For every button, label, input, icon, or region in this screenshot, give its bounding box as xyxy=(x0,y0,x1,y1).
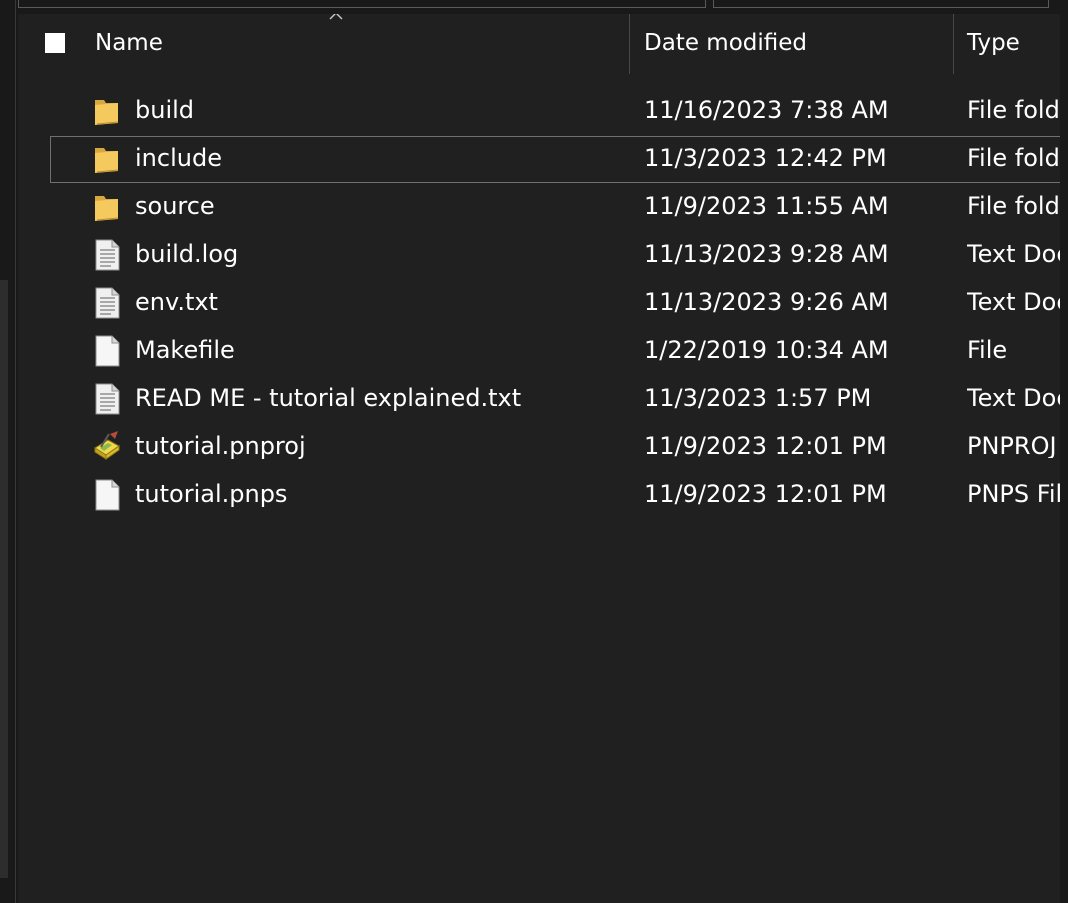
file-name: READ ME - tutorial explained.txt xyxy=(135,384,522,412)
file-row[interactable]: build.log 11/13/2023 9:28 AM Text Document xyxy=(18,232,1060,280)
chevron-up-icon[interactable] xyxy=(329,14,343,21)
navigation-pane-divider[interactable] xyxy=(15,0,16,903)
column-header-row: Name Date modified Type xyxy=(18,14,1060,76)
file-row[interactable]: source 11/9/2023 11:55 AM File folder xyxy=(18,184,1060,232)
folder-icon xyxy=(95,148,119,173)
file-list: build 11/16/2023 7:38 AM File folder inclu… xyxy=(18,88,1060,520)
file-type: Text Document xyxy=(967,290,1060,314)
file-list-pane: Name Date modified Type build 11/16/2023 … xyxy=(18,14,1060,903)
file-date-modified: 1/22/2019 10:34 AM xyxy=(644,336,889,364)
file-explorer-window: Name Date modified Type build 11/16/2023 … xyxy=(0,0,1068,903)
file-date-modified: 11/9/2023 11:55 AM xyxy=(644,192,889,220)
file-type: File folder xyxy=(967,98,1060,122)
file-type: PNPS File xyxy=(967,482,1060,506)
file-type: File xyxy=(967,338,1008,362)
file-type: PNPROJ File xyxy=(967,434,1060,458)
file-row[interactable]: tutorial.pnps 11/9/2023 12:01 PM PNPS File xyxy=(18,472,1060,520)
file-row[interactable]: tutorial.pnproj 11/9/2023 12:01 PM PNPROJ … xyxy=(18,424,1060,472)
file-type: File folder xyxy=(967,194,1060,218)
text-document-icon xyxy=(95,287,120,319)
file-row[interactable]: env.txt 11/13/2023 9:26 AM Text Document xyxy=(18,280,1060,328)
folder-icon xyxy=(95,196,119,221)
file-name: tutorial.pnps xyxy=(135,480,288,508)
file-name: Makefile xyxy=(135,336,235,364)
select-all-checkbox[interactable] xyxy=(45,33,65,53)
blank-file-icon xyxy=(95,335,120,367)
text-document-icon xyxy=(95,239,120,271)
file-name: build.log xyxy=(135,240,239,268)
file-row[interactable]: build 11/16/2023 7:38 AM File folder xyxy=(18,88,1060,136)
column-header-type[interactable]: Type xyxy=(967,30,1020,56)
left-pane-scrollbar[interactable] xyxy=(0,280,8,878)
column-header-name[interactable]: Name xyxy=(95,30,163,56)
file-type: Text Document xyxy=(967,386,1060,410)
right-edge-strip xyxy=(1060,0,1068,903)
file-date-modified: 11/13/2023 9:28 AM xyxy=(644,240,889,268)
file-date-modified: 11/3/2023 1:57 PM xyxy=(644,384,872,412)
file-type: File folder xyxy=(967,146,1060,170)
file-date-modified: 11/16/2023 7:38 AM xyxy=(644,96,889,124)
file-type: Text Document xyxy=(967,242,1060,266)
pnproj-file-icon xyxy=(94,431,120,460)
file-name: build xyxy=(135,96,195,124)
column-resize-handle-name[interactable] xyxy=(629,14,630,74)
folder-icon xyxy=(95,100,119,125)
text-document-icon xyxy=(95,383,120,415)
blank-file-icon xyxy=(95,479,120,511)
address-bar-edge[interactable] xyxy=(18,0,706,8)
search-box-edge[interactable] xyxy=(713,0,1049,8)
file-name: tutorial.pnproj xyxy=(135,432,306,460)
file-row[interactable]: READ ME - tutorial explained.txt 11/3/202… xyxy=(18,376,1060,424)
file-date-modified: 11/9/2023 12:01 PM xyxy=(644,480,887,508)
file-date-modified: 11/3/2023 12:42 PM xyxy=(644,144,887,172)
file-row[interactable]: include 11/3/2023 12:42 PM File folder xyxy=(18,136,1060,184)
file-name: source xyxy=(135,192,215,220)
file-name: include xyxy=(135,144,222,172)
column-resize-handle-date[interactable] xyxy=(953,14,954,74)
file-date-modified: 11/13/2023 9:26 AM xyxy=(644,288,889,316)
file-date-modified: 11/9/2023 12:01 PM xyxy=(644,432,887,460)
file-name: env.txt xyxy=(135,288,218,316)
column-header-date-modified[interactable]: Date modified xyxy=(644,30,807,56)
file-row[interactable]: Makefile 1/22/2019 10:34 AM File xyxy=(18,328,1060,376)
